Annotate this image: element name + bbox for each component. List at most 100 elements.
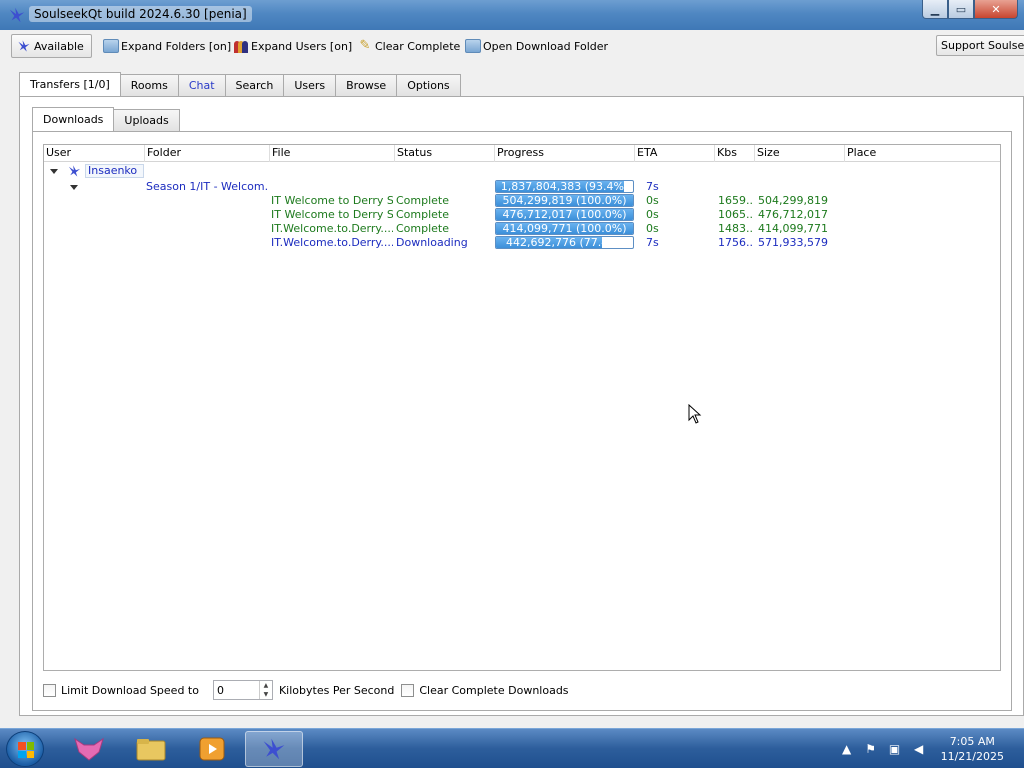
mouse-cursor-icon	[688, 404, 702, 424]
file-status: Complete	[396, 222, 450, 235]
open-download-folder-button[interactable]: Open Download Folder	[461, 34, 612, 58]
expand-users-button[interactable]: Expand Users [on]	[229, 34, 356, 58]
column-progress[interactable]: Progress	[495, 145, 635, 162]
spin-down-icon[interactable]: ▼	[260, 690, 272, 699]
tab-options[interactable]: Options	[396, 74, 461, 96]
clear-complete-button[interactable]: ✎ Clear Complete	[353, 34, 464, 58]
action-center-icon[interactable]: ⚑	[863, 741, 879, 757]
column-user[interactable]: User	[44, 145, 145, 162]
maximize-button[interactable]: ▭	[948, 0, 974, 19]
spin-up-icon[interactable]: ▲	[260, 681, 272, 690]
file-row[interactable]: IT.Welcome.to.Derry.... Downloading 442,…	[44, 236, 1000, 250]
expand-folders-label: Expand Folders [on]	[121, 39, 232, 53]
tab-browse[interactable]: Browse	[335, 74, 398, 96]
title-bar: SoulseekQt build 2024.6.30 [penia] ▁ ▭ ✕	[0, 0, 1024, 30]
progress-text: 476,712,017 (100.0%)	[502, 208, 627, 221]
file-kbs: 1756...	[718, 236, 754, 249]
file-eta: 0s	[646, 208, 659, 221]
soulseek-bird-icon	[18, 40, 30, 52]
clear-complete-downloads-checkbox[interactable]	[401, 683, 415, 697]
tab-users[interactable]: Users	[283, 74, 337, 96]
file-name: IT.Welcome.to.Derry....	[271, 236, 393, 249]
open-download-folder-label: Open Download Folder	[483, 39, 609, 53]
column-file[interactable]: File	[270, 145, 395, 162]
expand-arrow-icon[interactable]	[50, 169, 58, 174]
tab-transfers[interactable]: Transfers [1/0]	[19, 72, 121, 96]
file-eta: 0s	[646, 194, 659, 207]
speed-limit-input[interactable]: 0 ▲ ▼	[212, 680, 273, 700]
file-row[interactable]: IT Welcome to Derry S... Complete 476,71…	[44, 208, 1000, 222]
taskbar-app-media-player[interactable]	[183, 731, 241, 767]
file-explorer-icon	[136, 739, 166, 761]
close-button[interactable]: ✕	[974, 0, 1018, 19]
column-status[interactable]: Status	[395, 145, 495, 162]
tab-uploads[interactable]: Uploads	[113, 109, 180, 131]
start-button[interactable]	[6, 731, 44, 767]
folder-name: Season 1/IT - Welcom...	[146, 180, 268, 193]
file-kbs: 1483...	[718, 222, 754, 235]
download-options: Limit Download Speed to 0 ▲ ▼ Kilobytes …	[43, 680, 569, 700]
network-icon[interactable]: ▣	[887, 741, 903, 757]
file-eta: 7s	[646, 236, 659, 249]
minimize-button[interactable]: ▁	[922, 0, 948, 19]
expand-folders-button[interactable]: Expand Folders [on]	[99, 34, 235, 58]
tab-downloads[interactable]: Downloads	[32, 107, 115, 131]
volume-muted-icon[interactable]: ◀	[911, 741, 927, 757]
file-status: Complete	[396, 194, 450, 207]
support-soulseek-button[interactable]: Support Soulseek	[936, 35, 1024, 56]
column-eta[interactable]: ETA	[635, 145, 715, 162]
file-size: 414,099,771	[758, 222, 828, 235]
file-name: IT Welcome to Derry S...	[271, 208, 393, 221]
taskbar-app-fox[interactable]	[60, 731, 118, 767]
taskbar: ▲ ⚑ ▣ ◀ 7:05 AM 11/21/2025	[0, 728, 1024, 768]
file-progress-bar: 442,692,776 (77.4%)	[495, 236, 634, 249]
soulseek-bird-icon	[68, 165, 81, 177]
folder-icon	[465, 39, 481, 53]
column-place[interactable]: Place	[845, 145, 1000, 162]
file-eta: 0s	[646, 222, 659, 235]
app-window: Available Expand Folders [on] Expand Use…	[0, 30, 1024, 728]
user-row[interactable]: Insaenko	[44, 164, 1000, 178]
column-kbs[interactable]: Kbs	[715, 145, 755, 162]
clock[interactable]: 7:05 AM 11/21/2025	[941, 734, 1004, 764]
folder-eta: 7s	[646, 180, 659, 193]
progress-text: 442,692,776 (77.4%)	[505, 236, 623, 249]
soulseek-bird-icon	[263, 738, 285, 760]
windows-logo-icon	[18, 742, 34, 758]
clear-complete-downloads-label: Clear Complete Downloads	[419, 683, 569, 697]
units-label: Kilobytes Per Second	[278, 683, 395, 697]
main-tabs: Transfers [1/0] Rooms Chat Search Users …	[19, 72, 461, 96]
show-hidden-icons-icon[interactable]: ▲	[839, 741, 855, 757]
downloads-table[interactable]: User Folder File Status Progress ETA Kbs…	[43, 144, 1001, 671]
expand-arrow-icon[interactable]	[70, 185, 78, 190]
available-button[interactable]: Available	[11, 34, 92, 58]
folder-progress-bar: 1,837,804,383 (93.4%)	[495, 180, 634, 193]
column-size[interactable]: Size	[755, 145, 845, 162]
file-progress-bar: 504,299,819 (100.0%)	[495, 194, 634, 207]
file-kbs: 1659...	[718, 194, 754, 207]
column-folder[interactable]: Folder	[145, 145, 270, 162]
clock-date: 11/21/2025	[940, 750, 1004, 763]
available-label: Available	[34, 39, 84, 53]
speed-limit-value: 0	[216, 684, 224, 697]
tab-rooms[interactable]: Rooms	[119, 74, 179, 96]
file-row[interactable]: IT.Welcome.to.Derry.... Complete 414,099…	[44, 222, 1000, 236]
taskbar-app-soulseek[interactable]	[245, 731, 303, 767]
file-size: 571,933,579	[758, 236, 828, 249]
media-player-icon	[199, 737, 225, 761]
table-header: User Folder File Status Progress ETA Kbs…	[44, 145, 1000, 162]
tab-search[interactable]: Search	[224, 74, 285, 96]
limit-speed-checkbox[interactable]	[43, 683, 56, 697]
taskbar-app-explorer[interactable]	[122, 731, 180, 767]
tab-chat[interactable]: Chat	[177, 74, 226, 96]
limit-speed-label: Limit Download Speed to	[61, 683, 199, 697]
file-name: IT.Welcome.to.Derry....	[271, 222, 393, 235]
clear-complete-label: Clear Complete	[375, 39, 461, 53]
folder-row[interactable]: Season 1/IT - Welcom... 1,837,804,383 (9…	[44, 180, 1000, 194]
user-name: Insaenko	[85, 164, 144, 178]
file-progress-bar: 414,099,771 (100.0%)	[495, 222, 634, 235]
system-tray: ▲ ⚑ ▣ ◀ 7:05 AM 11/21/2025	[831, 729, 1024, 768]
file-size: 504,299,819	[758, 194, 828, 207]
file-row[interactable]: IT Welcome to Derry S... Complete 504,29…	[44, 194, 1000, 208]
sub-tabs: Downloads Uploads	[32, 107, 180, 131]
